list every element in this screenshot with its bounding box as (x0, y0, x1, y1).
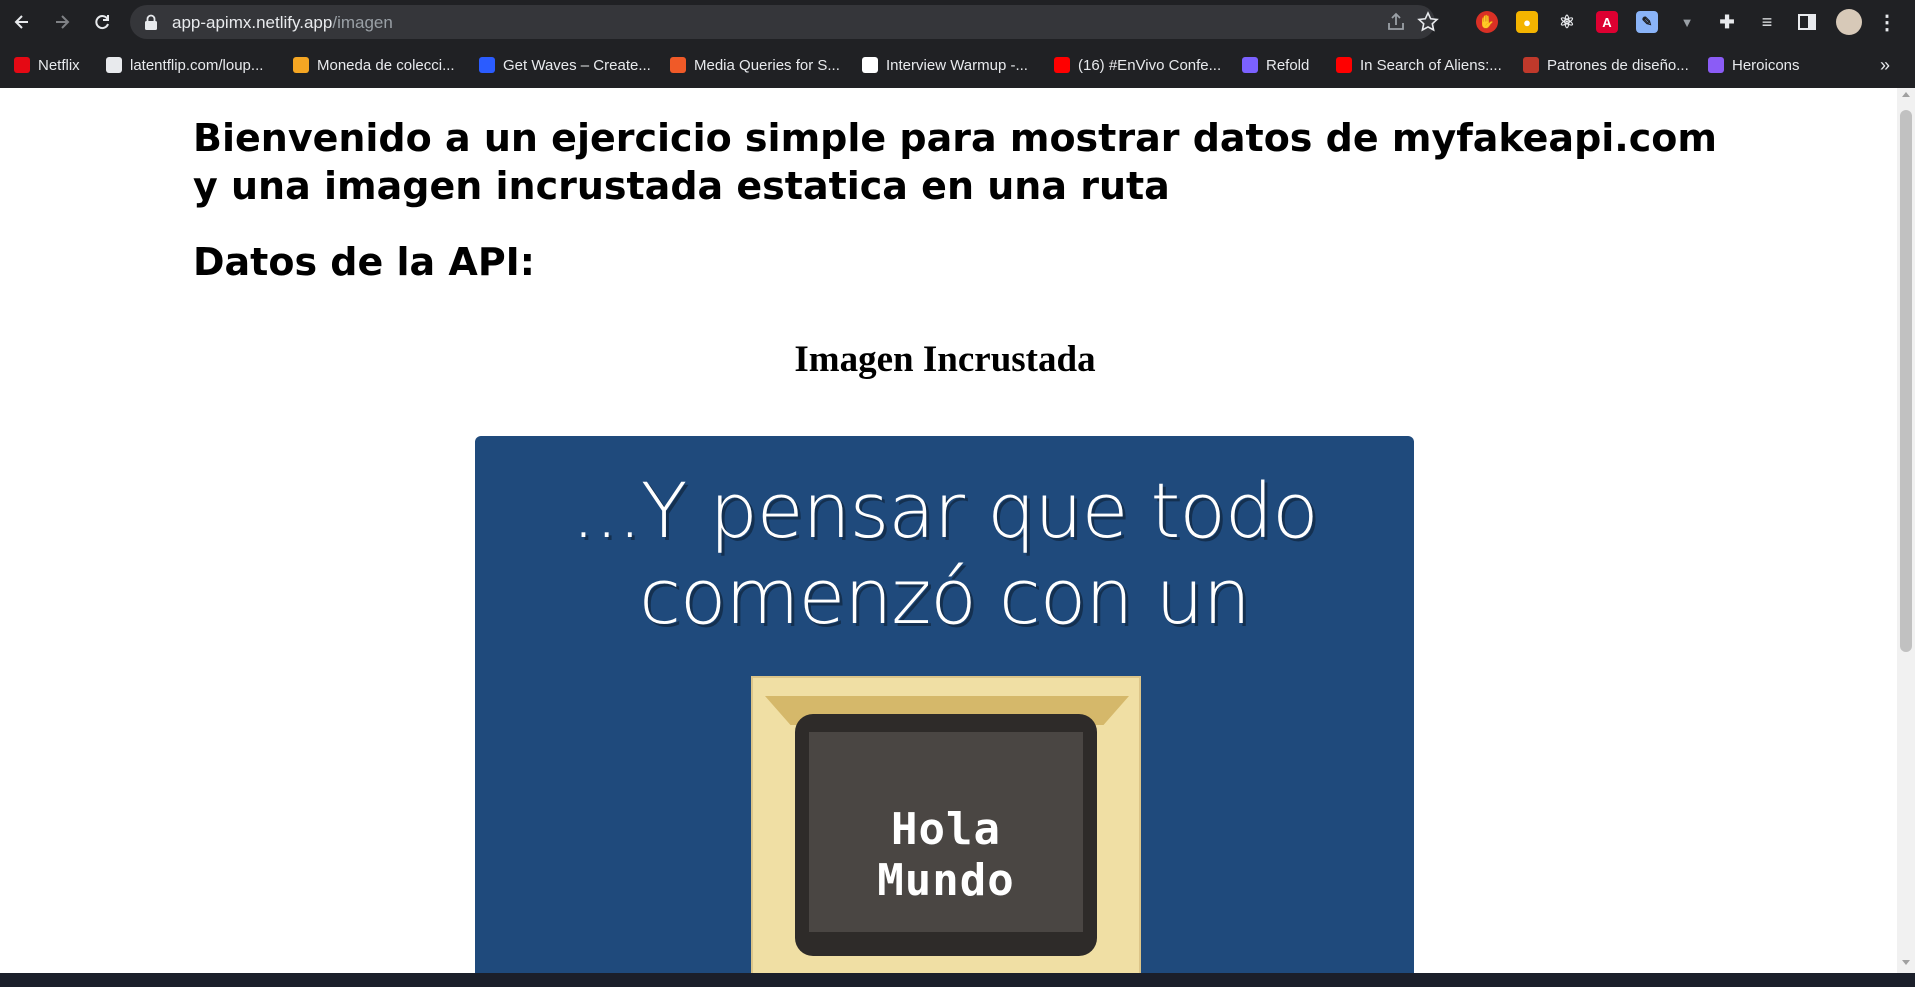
star-icon[interactable] (1417, 11, 1439, 33)
vertical-scrollbar[interactable] (1897, 88, 1915, 973)
browser-toolbar: app-apimx.netlify.app/imagen ✋ ● ⚛ A ✎ ▼… (0, 0, 1915, 44)
bookmark-favicon-icon (293, 57, 309, 73)
side-panel-icon[interactable] (1796, 11, 1818, 33)
back-button[interactable] (8, 8, 36, 36)
vue-devtools-icon[interactable]: ▼ (1676, 11, 1698, 33)
profile-avatar[interactable] (1836, 9, 1862, 35)
bookmark-label: Heroicons (1732, 56, 1800, 74)
bookmark-favicon-icon (862, 57, 878, 73)
adblock-extension-icon[interactable]: ✋ (1476, 11, 1498, 33)
bookmark-label: Moneda de colecci... (317, 56, 455, 74)
url-text: app-apimx.netlify.app/imagen (172, 13, 393, 32)
scroll-up-arrow-icon[interactable] (1902, 92, 1910, 97)
browser-chrome: app-apimx.netlify.app/imagen ✋ ● ⚛ A ✎ ▼… (0, 0, 1915, 88)
monitor-screen-text: Hola Mundo (877, 804, 1015, 906)
bookmark-favicon-icon (106, 57, 122, 73)
angular-devtools-icon[interactable]: A (1596, 11, 1618, 33)
bookmark-favicon-icon (479, 57, 495, 73)
page-content: Bienvenido a un ejercicio simple para mo… (0, 88, 1897, 973)
scroll-down-arrow-icon[interactable] (1902, 960, 1910, 965)
bookmark-label: latentflip.com/loup... (130, 56, 264, 74)
monitor-screen-frame: Hola Mundo (795, 714, 1097, 956)
bookmark-item[interactable]: Refold (1242, 54, 1309, 76)
bookmark-item[interactable]: (16) #EnVivo Confe... (1054, 54, 1221, 76)
bookmark-item[interactable]: latentflip.com/loup... (106, 54, 263, 76)
bookmark-favicon-icon (1523, 57, 1539, 73)
monitor-screen: Hola Mundo (809, 732, 1083, 932)
image-caption-line-1: ...Y pensar que todo (571, 466, 1318, 555)
bookmark-favicon-icon (1708, 57, 1724, 73)
bookmark-item[interactable]: Patrones de diseño... (1523, 54, 1689, 76)
react-devtools-icon[interactable]: ⚛ (1556, 11, 1578, 33)
forward-button[interactable] (48, 8, 76, 36)
bookmark-item[interactable]: Netflix (14, 54, 80, 76)
bookmark-label: Refold (1266, 56, 1310, 74)
bookmark-favicon-icon (1054, 57, 1070, 73)
bookmark-favicon-icon (1242, 57, 1258, 73)
bookmark-label: Patrones de diseño... (1547, 56, 1689, 74)
bookmarks-bar: Netflix latentflip.com/loup... Moneda de c… (0, 50, 1915, 80)
bookmark-item[interactable]: In Search of Aliens:... (1336, 54, 1502, 76)
screenshot-extension-icon[interactable]: ✎ (1636, 11, 1658, 33)
more-menu-icon[interactable]: ⋮ (1876, 11, 1898, 34)
bookmark-item[interactable]: Interview Warmup -... (862, 54, 1028, 76)
image-caption: ...Y pensar que todo comenzó con un (475, 468, 1414, 640)
bookmark-item[interactable]: Get Waves – Create... (479, 54, 651, 76)
scrollbar-thumb[interactable] (1900, 110, 1912, 652)
embedded-image: ...Y pensar que todo comenzó con un Hola… (475, 436, 1414, 973)
image-caption-line-2: comenzó con un (639, 552, 1251, 641)
bookmark-item[interactable]: Media Queries for S... (670, 54, 840, 76)
media-queue-icon[interactable]: ≡ (1756, 11, 1778, 33)
bookmark-label: Netflix (38, 56, 80, 74)
embedded-image-heading: Imagen Incrustada (794, 339, 1096, 380)
reload-icon (95, 15, 109, 30)
lock-icon (145, 14, 157, 30)
bookmark-label: Media Queries for S... (694, 56, 840, 74)
bookmark-item[interactable]: Heroicons (1708, 54, 1800, 76)
more-bookmarks-button[interactable]: » (1880, 54, 1890, 76)
bookmark-favicon-icon (14, 57, 30, 73)
bookmark-item[interactable]: Moneda de colecci... (293, 54, 455, 76)
reload-button[interactable] (88, 8, 116, 36)
arrow-right-icon (56, 15, 70, 29)
os-taskbar (0, 973, 1915, 987)
share-icon[interactable] (1385, 11, 1407, 33)
bookmark-label: Get Waves – Create... (503, 56, 651, 74)
address-bar[interactable]: app-apimx.netlify.app/imagen (130, 5, 1439, 39)
bookmark-favicon-icon (1336, 57, 1352, 73)
bookmark-label: (16) #EnVivo Confe... (1078, 56, 1222, 74)
bookmark-favicon-icon (670, 57, 686, 73)
bookmark-label: Interview Warmup -... (886, 56, 1028, 74)
arrow-left-icon (14, 15, 28, 29)
keep-extension-icon[interactable]: ● (1516, 11, 1538, 33)
page-title: Bienvenido a un ejercicio simple para mo… (193, 116, 1717, 208)
extensions-puzzle-icon[interactable]: ✚ (1716, 11, 1738, 33)
retro-monitor-illustration: Hola Mundo (751, 676, 1141, 973)
api-data-heading: Datos de la API: (193, 240, 535, 284)
bookmark-label: In Search of Aliens:... (1360, 56, 1502, 74)
